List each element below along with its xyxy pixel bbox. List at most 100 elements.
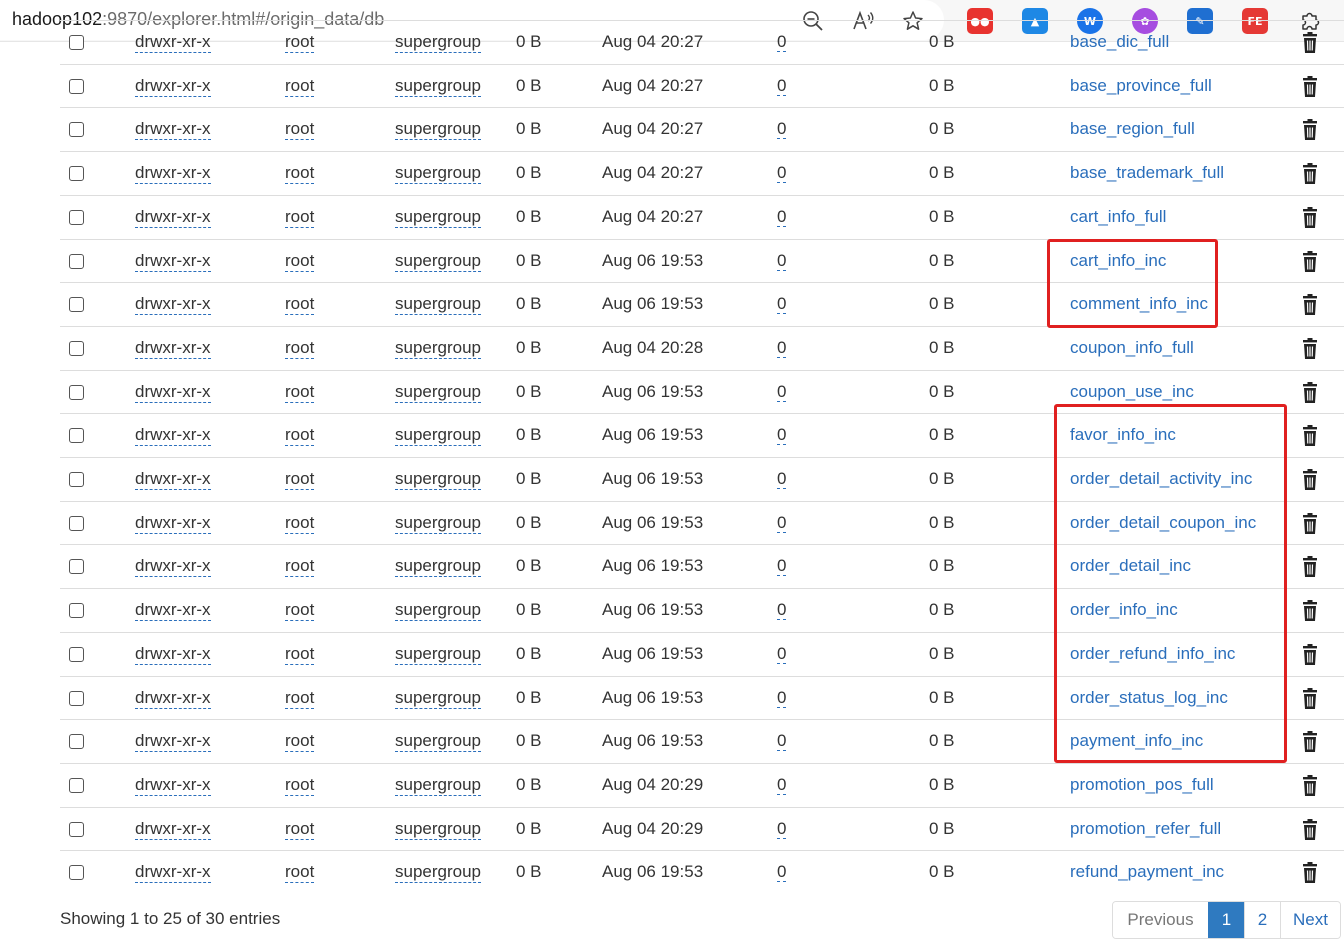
group-cell[interactable]: supergroup: [395, 250, 482, 272]
row-select-checkbox[interactable]: [69, 690, 84, 706]
row-select-checkbox[interactable]: [69, 122, 84, 138]
name-link[interactable]: base_region_full: [1070, 119, 1195, 138]
row-select-checkbox[interactable]: [69, 297, 84, 313]
replication-cell[interactable]: 0: [777, 512, 787, 533]
group-cell[interactable]: supergroup: [395, 600, 482, 622]
row-select-checkbox[interactable]: [69, 78, 84, 94]
row-select-checkbox[interactable]: [69, 646, 84, 662]
owner-cell[interactable]: root: [285, 774, 315, 796]
row-select-checkbox[interactable]: [69, 340, 84, 356]
delete-trash-icon[interactable]: [1300, 337, 1320, 360]
row-select-checkbox[interactable]: [69, 603, 84, 619]
replication-cell[interactable]: 0: [777, 469, 787, 489]
row-select-checkbox[interactable]: [69, 865, 84, 881]
name-link[interactable]: promotion_refer_full: [1070, 819, 1221, 838]
owner-cell[interactable]: root: [285, 469, 315, 490]
group-cell[interactable]: supergroup: [395, 32, 482, 53]
delete-trash-icon[interactable]: [1300, 774, 1320, 797]
row-select-checkbox[interactable]: [69, 428, 84, 444]
replication-cell[interactable]: 0: [777, 32, 787, 52]
group-cell[interactable]: supergroup: [395, 862, 482, 884]
permission-cell[interactable]: drwxr-xr-x: [135, 512, 211, 534]
owner-cell[interactable]: root: [285, 294, 315, 316]
group-cell[interactable]: supergroup: [395, 337, 482, 359]
page-1-button[interactable]: 1: [1208, 902, 1244, 938]
replication-cell[interactable]: 0: [777, 774, 787, 795]
replication-cell[interactable]: 0: [777, 381, 787, 402]
delete-trash-icon[interactable]: [1300, 381, 1320, 404]
name-link[interactable]: order_detail_activity_inc: [1070, 469, 1252, 488]
delete-trash-icon[interactable]: [1300, 600, 1320, 622]
permission-cell[interactable]: drwxr-xr-x: [135, 818, 211, 840]
owner-cell[interactable]: root: [285, 337, 315, 359]
name-link[interactable]: base_dic_full: [1070, 32, 1169, 51]
delete-trash-icon[interactable]: [1300, 75, 1320, 98]
owner-cell[interactable]: root: [285, 862, 315, 884]
name-link[interactable]: cart_info_inc: [1070, 251, 1166, 270]
group-cell[interactable]: supergroup: [395, 206, 482, 228]
replication-cell[interactable]: 0: [777, 75, 787, 96]
permission-cell[interactable]: drwxr-xr-x: [135, 425, 211, 447]
delete-trash-icon[interactable]: [1300, 862, 1320, 884]
owner-cell[interactable]: root: [285, 600, 315, 622]
permission-cell[interactable]: drwxr-xr-x: [135, 32, 211, 53]
owner-cell[interactable]: root: [285, 556, 315, 578]
permission-cell[interactable]: drwxr-xr-x: [135, 556, 211, 578]
group-cell[interactable]: supergroup: [395, 512, 482, 534]
owner-cell[interactable]: root: [285, 163, 315, 185]
group-cell[interactable]: supergroup: [395, 731, 482, 753]
delete-trash-icon[interactable]: [1300, 32, 1320, 54]
name-link[interactable]: coupon_use_inc: [1070, 382, 1194, 401]
replication-cell[interactable]: 0: [777, 643, 787, 664]
permission-cell[interactable]: drwxr-xr-x: [135, 119, 211, 141]
row-select-checkbox[interactable]: [69, 253, 84, 269]
replication-cell[interactable]: 0: [777, 862, 787, 883]
owner-cell[interactable]: root: [285, 381, 315, 403]
replication-cell[interactable]: 0: [777, 425, 787, 446]
owner-cell[interactable]: root: [285, 512, 315, 534]
row-select-checkbox[interactable]: [69, 35, 84, 50]
group-cell[interactable]: supergroup: [395, 687, 482, 709]
permission-cell[interactable]: drwxr-xr-x: [135, 381, 211, 403]
delete-trash-icon[interactable]: [1300, 294, 1320, 316]
name-link[interactable]: order_status_log_inc: [1070, 688, 1228, 707]
delete-trash-icon[interactable]: [1300, 512, 1320, 535]
name-link[interactable]: order_detail_coupon_inc: [1070, 513, 1256, 532]
delete-trash-icon[interactable]: [1300, 687, 1320, 710]
previous-page-button[interactable]: Previous: [1113, 902, 1208, 938]
row-select-checkbox[interactable]: [69, 777, 84, 793]
permission-cell[interactable]: drwxr-xr-x: [135, 163, 211, 185]
page-2-button[interactable]: 2: [1244, 902, 1280, 938]
replication-cell[interactable]: 0: [777, 556, 787, 577]
replication-cell[interactable]: 0: [777, 163, 787, 184]
group-cell[interactable]: supergroup: [395, 774, 482, 796]
row-select-checkbox[interactable]: [69, 559, 84, 575]
permission-cell[interactable]: drwxr-xr-x: [135, 294, 211, 316]
replication-cell[interactable]: 0: [777, 119, 787, 140]
delete-trash-icon[interactable]: [1300, 731, 1320, 753]
group-cell[interactable]: supergroup: [395, 425, 482, 447]
permission-cell[interactable]: drwxr-xr-x: [135, 774, 211, 796]
permission-cell[interactable]: drwxr-xr-x: [135, 687, 211, 709]
group-cell[interactable]: supergroup: [395, 469, 482, 490]
delete-trash-icon[interactable]: [1300, 119, 1320, 141]
delete-trash-icon[interactable]: [1300, 206, 1320, 229]
delete-trash-icon[interactable]: [1300, 643, 1320, 666]
delete-trash-icon[interactable]: [1300, 250, 1320, 273]
group-cell[interactable]: supergroup: [395, 643, 482, 665]
owner-cell[interactable]: root: [285, 818, 315, 840]
owner-cell[interactable]: root: [285, 119, 315, 141]
group-cell[interactable]: supergroup: [395, 163, 482, 185]
next-page-button[interactable]: Next: [1280, 902, 1340, 938]
permission-cell[interactable]: drwxr-xr-x: [135, 337, 211, 359]
name-link[interactable]: cart_info_full: [1070, 207, 1166, 226]
name-link[interactable]: coupon_info_full: [1070, 338, 1194, 357]
owner-cell[interactable]: root: [285, 643, 315, 665]
name-link[interactable]: favor_info_inc: [1070, 425, 1176, 444]
permission-cell[interactable]: drwxr-xr-x: [135, 75, 211, 97]
row-select-checkbox[interactable]: [69, 166, 84, 182]
group-cell[interactable]: supergroup: [395, 294, 482, 316]
row-select-checkbox[interactable]: [69, 821, 84, 837]
permission-cell[interactable]: drwxr-xr-x: [135, 469, 211, 490]
owner-cell[interactable]: root: [285, 687, 315, 709]
